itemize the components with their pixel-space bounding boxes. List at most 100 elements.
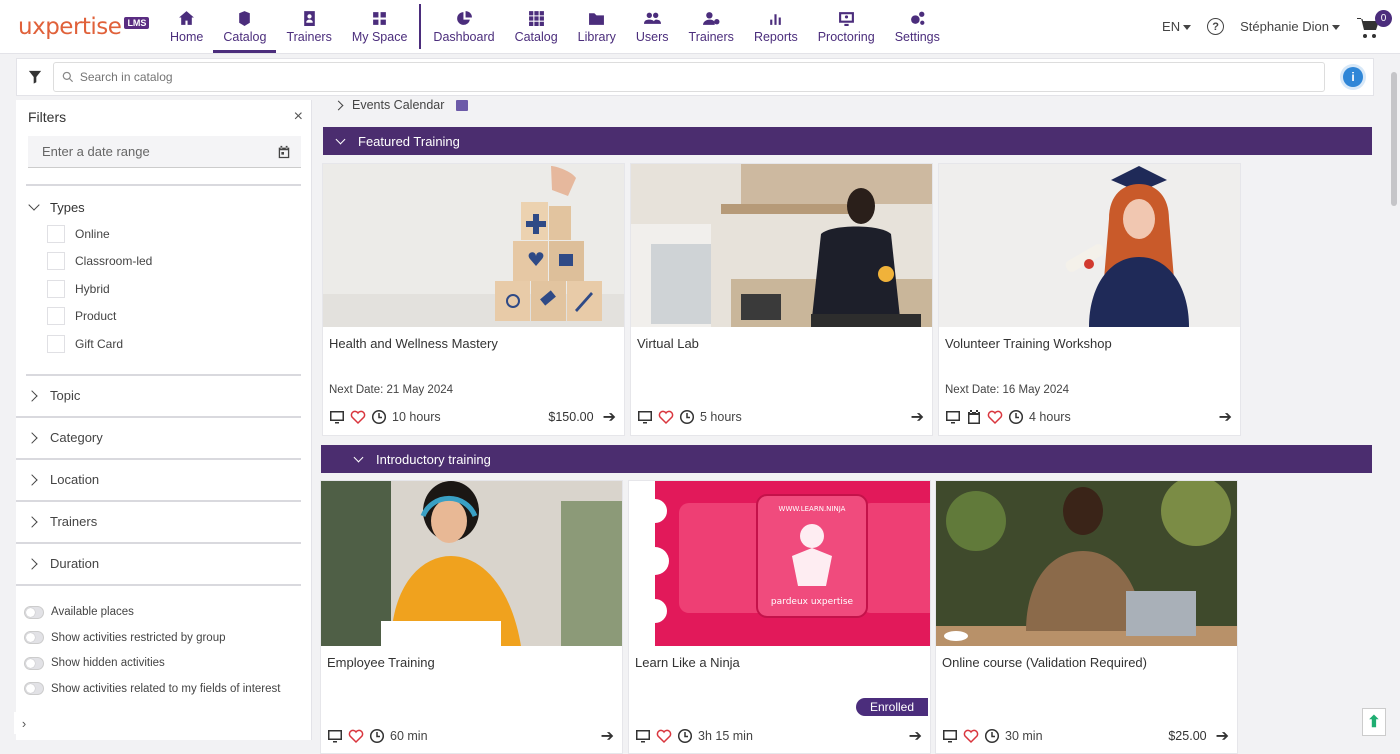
nav-my-space[interactable]: My Space [342, 0, 418, 53]
arrow-right-icon[interactable]: ➔ [1216, 726, 1229, 746]
training-card[interactable]: Online course (Validation Required) 30 m… [935, 480, 1238, 754]
language-selector[interactable]: EN [1162, 19, 1192, 34]
toggle-available-places[interactable]: Available places [16, 600, 311, 626]
nav-settings[interactable]: Settings [885, 0, 950, 53]
checkbox[interactable] [47, 279, 65, 298]
card-title[interactable]: Volunteer Training Workshop [945, 336, 1112, 351]
heart-icon[interactable] [658, 409, 674, 425]
nav-home[interactable]: Home [160, 0, 213, 53]
nav-proctoring[interactable]: Proctoring [808, 0, 885, 53]
card-image-medical-blocks[interactable] [323, 164, 624, 327]
nav-library[interactable]: Library [568, 0, 626, 53]
card-price: $150.00 [548, 410, 594, 424]
heart-icon[interactable] [656, 728, 672, 744]
events-calendar-row[interactable]: Events Calendar [333, 96, 469, 114]
featured-training-header[interactable]: Featured Training [323, 127, 1372, 155]
type-option-gift-card[interactable]: Gift Card [16, 330, 311, 358]
filters-sidebar: Filters × Enter a date range Types Onlin… [16, 100, 312, 740]
arrow-right-icon[interactable]: ➔ [909, 726, 922, 746]
checkbox[interactable] [47, 307, 65, 326]
card-title[interactable]: Virtual Lab [637, 336, 699, 351]
nav-catalog[interactable]: Catalog [213, 0, 277, 53]
date-range-field[interactable]: Enter a date range [28, 136, 301, 168]
chevron-right-icon [333, 100, 344, 110]
arrow-right-icon[interactable]: ➔ [1219, 407, 1232, 427]
clock-icon [371, 409, 387, 425]
arrow-right-icon[interactable]: ➔ [603, 407, 616, 427]
checkbox[interactable] [47, 224, 65, 243]
toggle-restricted-by-group[interactable]: Show activities restricted by group [16, 625, 311, 651]
type-option-online[interactable]: Online [16, 220, 311, 248]
page-scrollbar[interactable] [1388, 62, 1398, 752]
card-image-graduate[interactable] [939, 164, 1240, 327]
heart-icon[interactable] [963, 728, 979, 744]
filter-section-category[interactable]: Category [16, 418, 301, 460]
types-label: Types [50, 199, 85, 215]
cart-button[interactable]: 0 [1356, 9, 1392, 42]
sidebar-collapse-button[interactable]: › [14, 712, 34, 734]
training-card[interactable]: Health and Wellness Mastery Next Date: 2… [322, 163, 625, 436]
checkbox[interactable] [47, 252, 65, 271]
nav-dashboard[interactable]: Dashboard [423, 0, 504, 53]
training-card[interactable]: Employee Training 60 min ➔ [320, 480, 623, 754]
arrow-right-icon[interactable]: ➔ [911, 407, 924, 427]
toggle-switch[interactable] [24, 656, 44, 670]
type-option-classroom-led[interactable]: Classroom-led [16, 248, 311, 276]
chevron-down-icon [335, 134, 346, 144]
toggle-switch[interactable] [24, 631, 44, 645]
toggle-switch[interactable] [24, 605, 44, 619]
filter-section-trainers[interactable]: Trainers [16, 502, 301, 544]
heart-icon[interactable] [348, 728, 364, 744]
nav-admin-catalog[interactable]: Catalog [505, 0, 568, 53]
user-settings-icon [702, 11, 720, 25]
close-icon[interactable]: × [294, 108, 303, 126]
training-card[interactable]: Virtual Lab 5 hours ➔ [630, 163, 933, 436]
heart-icon[interactable] [987, 409, 1003, 425]
toggle-label: Show hidden activities [51, 657, 165, 670]
nav-reports[interactable]: Reports [744, 0, 808, 53]
card-image-employee-training[interactable] [321, 481, 622, 646]
calendar-icon[interactable] [277, 145, 291, 159]
user-menu[interactable]: Stéphanie Dion [1240, 19, 1340, 34]
type-option-hybrid[interactable]: Hybrid [16, 275, 311, 303]
nav-my-space-label: My Space [351, 29, 408, 44]
info-icon[interactable]: i [1343, 67, 1363, 87]
toggle-hidden-activities[interactable]: Show hidden activities [16, 651, 311, 677]
filter-toggle-button[interactable] [17, 59, 53, 95]
card-title[interactable]: Health and Wellness Mastery [329, 336, 498, 351]
scroll-to-top-button[interactable]: ⬆ [1362, 708, 1386, 736]
graduate-with-diploma-image [939, 164, 1240, 327]
introductory-training-header[interactable]: Introductory training [321, 445, 1372, 473]
help-icon[interactable]: ? [1207, 18, 1225, 35]
nav-admin-trainers[interactable]: Trainers [679, 0, 744, 53]
types-section-header[interactable]: Types [16, 194, 311, 220]
nav-trainers[interactable]: Trainers [276, 0, 341, 53]
toggle-switch[interactable] [24, 682, 44, 696]
card-image-virtual-lab[interactable] [631, 164, 932, 327]
type-option-product[interactable]: Product [16, 303, 311, 331]
nav-right: EN ? Stéphanie Dion 0 [1162, 0, 1400, 53]
scroll-thumb[interactable] [1391, 72, 1397, 206]
logo[interactable]: uxpertise LMS [0, 0, 160, 53]
search-input[interactable] [79, 70, 1324, 84]
nav-users[interactable]: Users [626, 0, 679, 53]
monitor-icon [946, 411, 960, 424]
toggle-fields-of-interest[interactable]: Show activities related to my fields of … [16, 676, 311, 702]
card-image-online-course[interactable] [936, 481, 1237, 646]
training-card[interactable]: Volunteer Training Workshop Next Date: 1… [938, 163, 1241, 436]
filter-section-location[interactable]: Location [16, 460, 301, 502]
type-label: Gift Card [75, 336, 124, 351]
monitor-user-icon [838, 11, 854, 26]
arrow-right-icon[interactable]: ➔ [601, 726, 614, 746]
filter-section-topic[interactable]: Topic [16, 376, 301, 418]
card-title[interactable]: Employee Training [327, 655, 435, 670]
card-image-ninja[interactable]: WWW.LEARN.NINJA pardeux uxpertise [629, 481, 930, 646]
card-title[interactable]: Learn Like a Ninja [635, 655, 740, 670]
heart-icon[interactable] [350, 409, 366, 425]
filter-section-duration[interactable]: Duration [16, 544, 301, 586]
training-card[interactable]: WWW.LEARN.NINJA pardeux uxpertise Learn … [628, 480, 931, 754]
card-title[interactable]: Online course (Validation Required) [942, 655, 1147, 670]
cart-count-badge: 0 [1375, 9, 1392, 27]
checkbox[interactable] [47, 334, 65, 353]
search-icon [62, 71, 74, 83]
